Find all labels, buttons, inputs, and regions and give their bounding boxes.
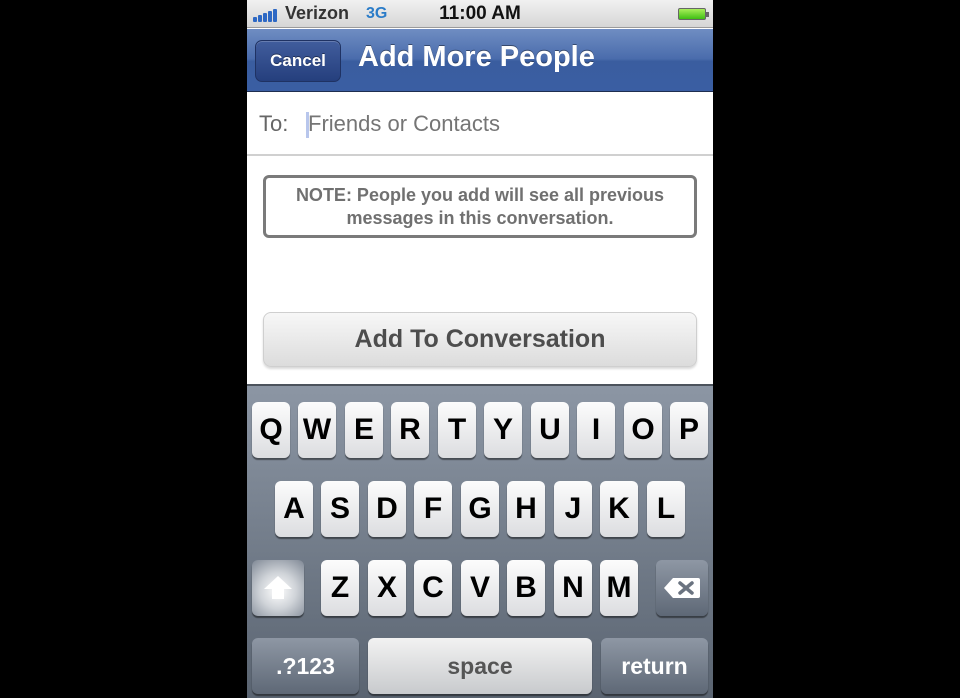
key-i[interactable]: I bbox=[577, 402, 615, 458]
shift-key[interactable] bbox=[252, 560, 304, 616]
key-s[interactable]: S bbox=[321, 481, 359, 537]
key-m[interactable]: M bbox=[600, 560, 638, 616]
key-c[interactable]: C bbox=[414, 560, 452, 616]
key-f[interactable]: F bbox=[414, 481, 452, 537]
note-line-2: messages in this conversation. bbox=[346, 208, 614, 228]
key-g[interactable]: G bbox=[461, 481, 499, 537]
key-q[interactable]: Q bbox=[252, 402, 290, 458]
backspace-icon bbox=[663, 577, 701, 599]
key-o[interactable]: O bbox=[624, 402, 662, 458]
phone-screen: Verizon 3G 11:00 AM Cancel Add More Peop… bbox=[247, 0, 713, 698]
note-line-1: NOTE: People you add will see all previo… bbox=[295, 185, 665, 205]
key-v[interactable]: V bbox=[461, 560, 499, 616]
recipient-input[interactable] bbox=[308, 111, 688, 137]
key-h[interactable]: H bbox=[507, 481, 545, 537]
key-w[interactable]: W bbox=[298, 402, 336, 458]
key-p[interactable]: P bbox=[670, 402, 708, 458]
note-box: NOTE: People you add will see all previo… bbox=[263, 175, 697, 238]
add-to-conversation-button[interactable]: Add To Conversation bbox=[263, 312, 697, 367]
return-key[interactable]: return bbox=[601, 638, 708, 694]
recipient-row: To: bbox=[247, 93, 713, 156]
key-n[interactable]: N bbox=[554, 560, 592, 616]
cancel-button[interactable]: Cancel bbox=[255, 40, 341, 82]
key-d[interactable]: D bbox=[368, 481, 406, 537]
key-u[interactable]: U bbox=[531, 402, 569, 458]
to-label: To: bbox=[259, 111, 289, 136]
key-z[interactable]: Z bbox=[321, 560, 359, 616]
status-time: 11:00 AM bbox=[439, 3, 521, 24]
key-b[interactable]: B bbox=[507, 560, 545, 616]
key-j[interactable]: J bbox=[554, 481, 592, 537]
navigation-bar: Cancel Add More People bbox=[247, 29, 713, 92]
keyboard: Q W E R T Y U I O P A S D F G H J K L Z … bbox=[247, 384, 713, 698]
key-y[interactable]: Y bbox=[484, 402, 522, 458]
key-k[interactable]: K bbox=[600, 481, 638, 537]
key-e[interactable]: E bbox=[345, 402, 383, 458]
key-x[interactable]: X bbox=[368, 560, 406, 616]
key-a[interactable]: A bbox=[275, 481, 313, 537]
key-r[interactable]: R bbox=[391, 402, 429, 458]
key-t[interactable]: T bbox=[438, 402, 476, 458]
battery-icon bbox=[678, 8, 709, 20]
delete-key[interactable] bbox=[656, 560, 708, 616]
numbers-key[interactable]: .?123 bbox=[252, 638, 359, 694]
space-key[interactable]: space bbox=[368, 638, 592, 694]
shift-arrow-icon bbox=[264, 575, 292, 599]
status-bar: Verizon 3G 11:00 AM bbox=[247, 0, 713, 28]
key-l[interactable]: L bbox=[647, 481, 685, 537]
page-title: Add More People bbox=[358, 41, 595, 73]
